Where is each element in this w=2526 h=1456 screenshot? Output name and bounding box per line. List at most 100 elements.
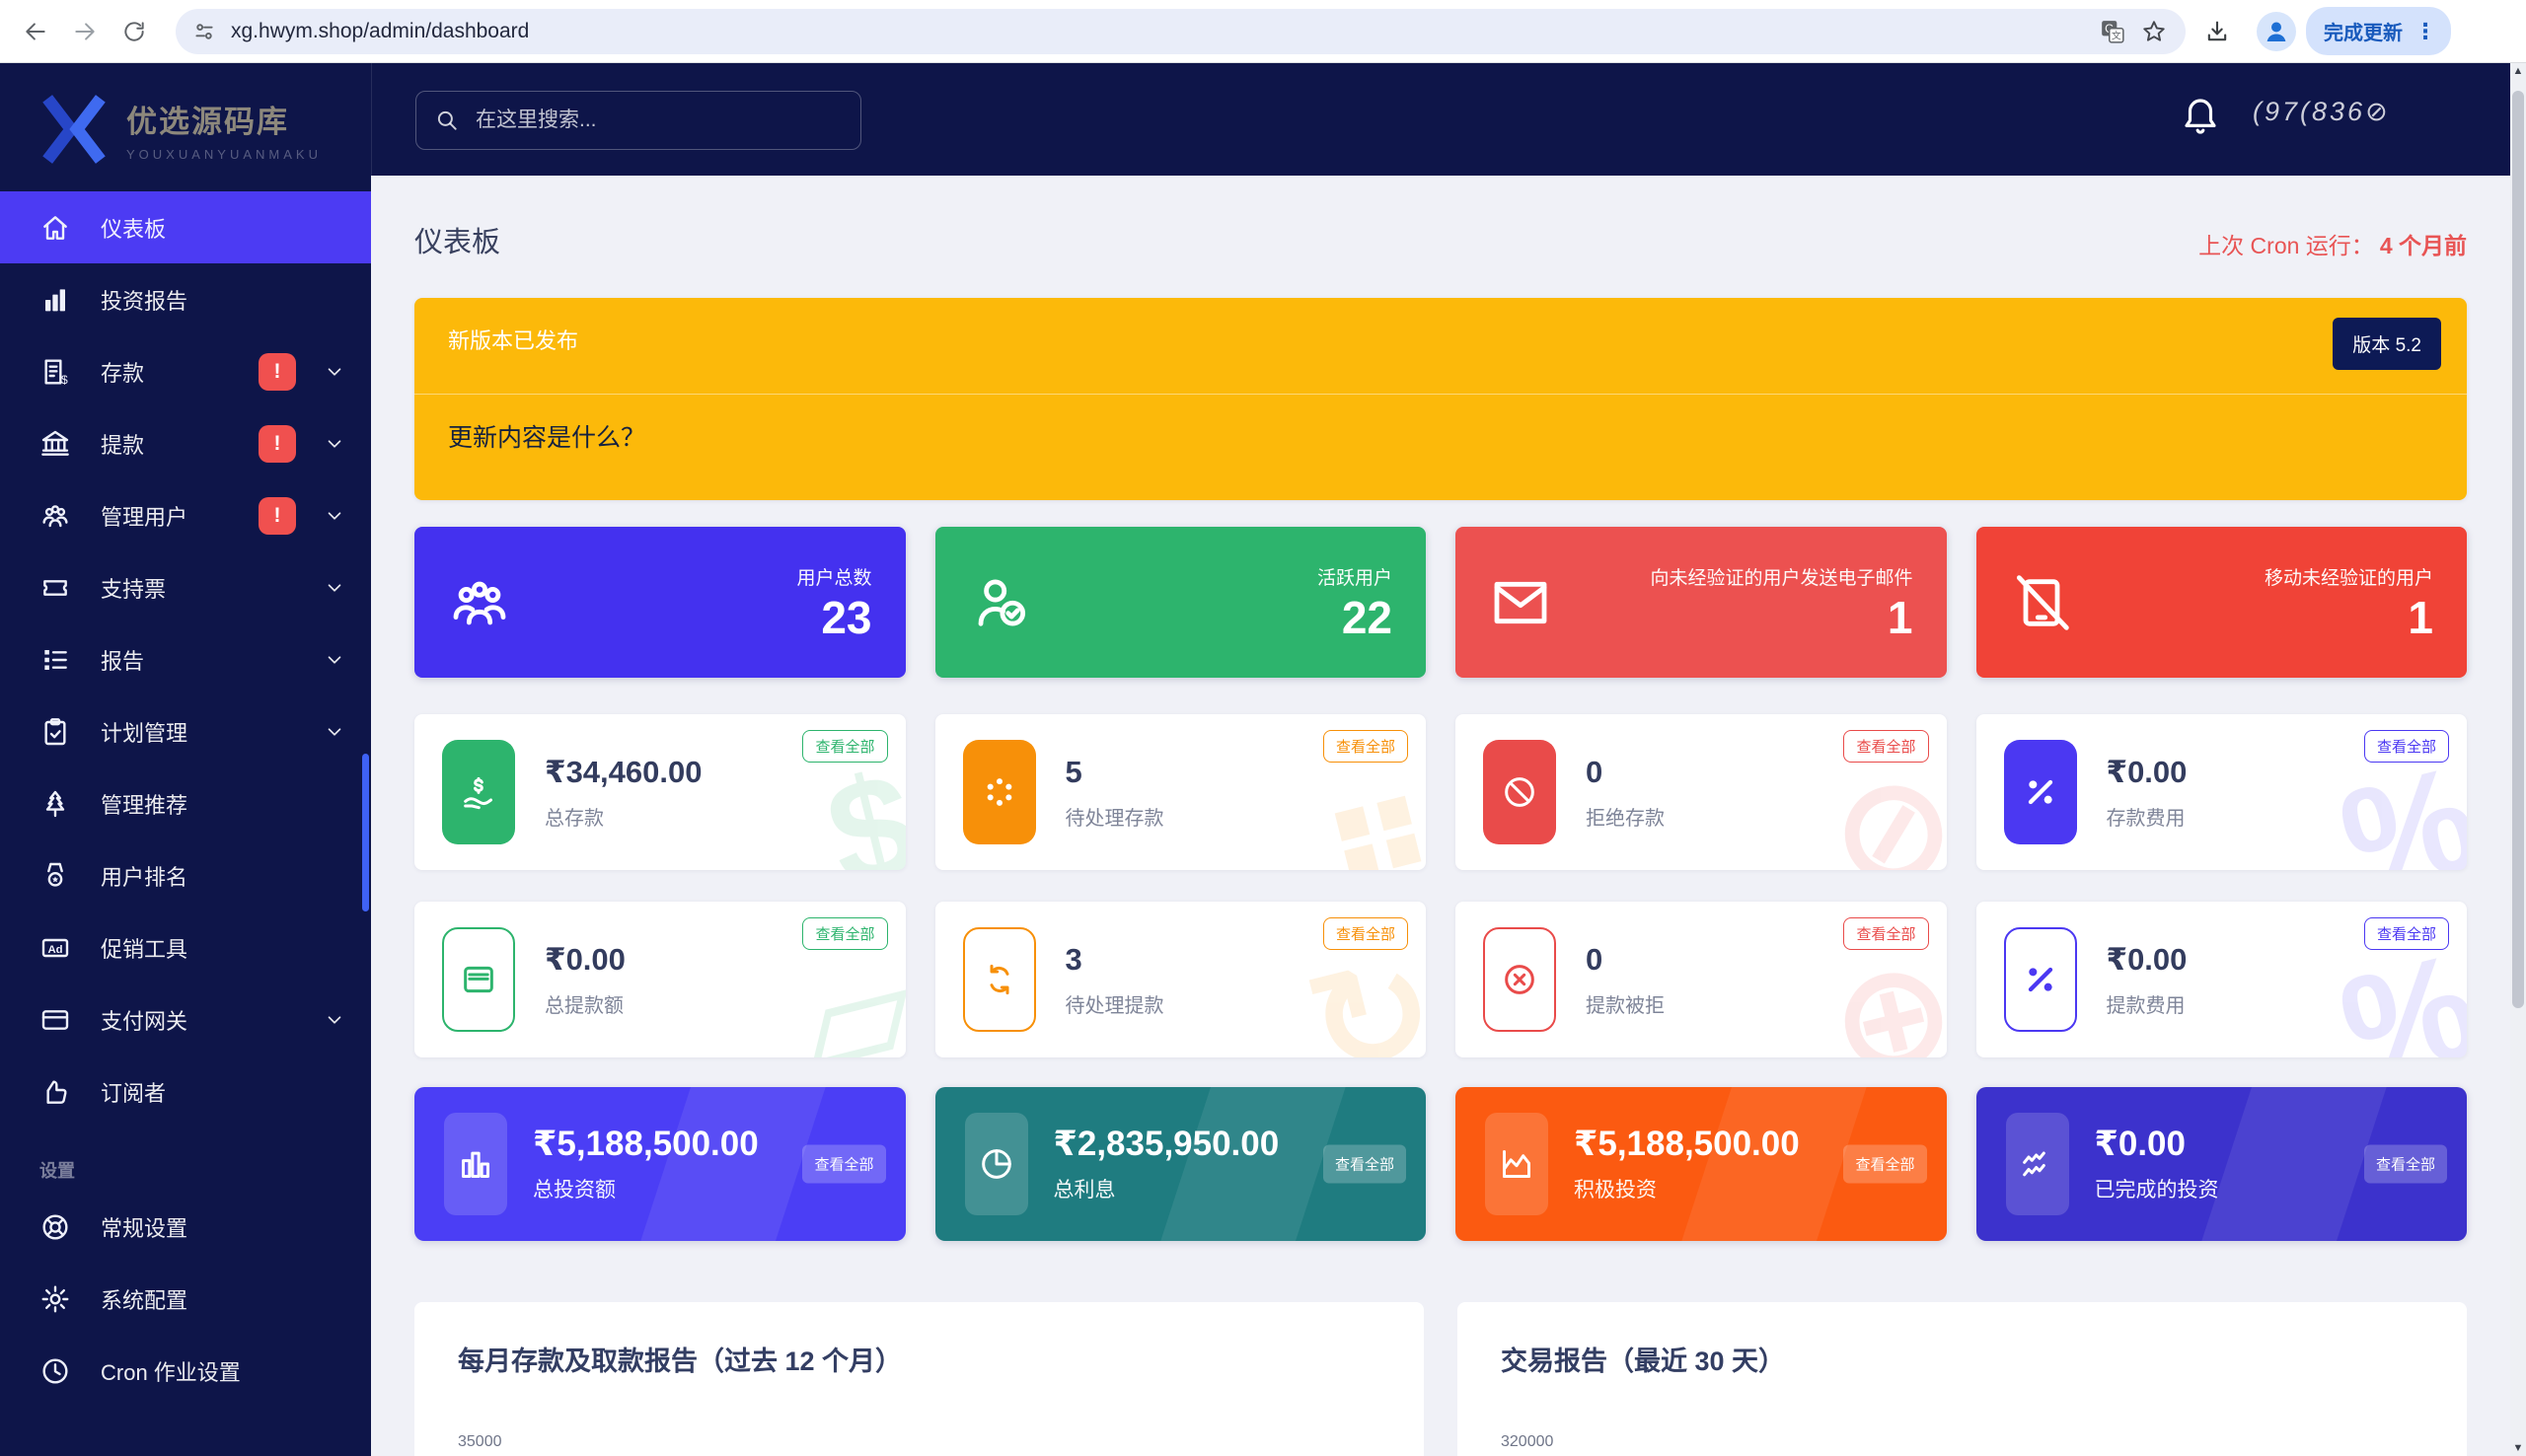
translate-icon[interactable]: G文: [2093, 12, 2132, 51]
chrome-menu-icon[interactable]: ⋮: [2415, 19, 2437, 44]
chevron-down-icon: [324, 721, 345, 743]
view-all-badge[interactable]: 查看全部: [802, 730, 888, 763]
search-input[interactable]: [474, 108, 843, 133]
summary-card-rejected-withdrawals: 查看全部 0 提款被拒 ⊕: [1455, 902, 1947, 1057]
invest-label: 总投资额: [533, 1179, 616, 1201]
percent-icon: [2003, 927, 2077, 1032]
banner-divider: [414, 394, 2467, 395]
chevron-down-icon: [324, 649, 345, 671]
sidebar-item-label: 用户排名: [101, 864, 188, 890]
chevron-down-icon: [324, 1009, 345, 1031]
sidebar-item-manage-users[interactable]: 管理用户 !: [0, 479, 371, 551]
sidebar-item-label: 计划管理: [101, 720, 188, 746]
sidebar-scrollbar-thumb[interactable]: [362, 754, 369, 911]
chrome-update-button[interactable]: 完成更新 ⋮: [2306, 7, 2451, 55]
hand-dollar-icon: [442, 740, 515, 844]
invest-card-total-interest: ₹2,835,950.00 总利息 查看全部: [934, 1087, 1426, 1241]
view-all-button[interactable]: 查看全部: [1322, 1144, 1406, 1184]
download-icon[interactable]: [2197, 12, 2237, 51]
sidebar-item-investment-report[interactable]: 投资报告: [0, 263, 371, 335]
summary-card-rejected-deposits: 查看全部 0 拒绝存款 ⊘: [1455, 714, 1947, 870]
sidebar-item-subscribers[interactable]: 订阅者: [0, 1056, 371, 1128]
address-bar[interactable]: xg.hwym.shop/admin/dashboard G文: [176, 8, 2186, 54]
stat-card-total-users: 用户总数 23: [414, 527, 906, 678]
stat-value: 1: [1887, 591, 1913, 643]
sidebar-item-withdrawals[interactable]: 提款 !: [0, 407, 371, 479]
cron-value: 4 个月前: [2379, 233, 2467, 258]
waves-icon: [2005, 1113, 2069, 1215]
stat-value: 22: [1341, 591, 1392, 643]
window-scrollbar[interactable]: ▲ ▼: [2510, 63, 2526, 1456]
spinner-icon: [962, 740, 1036, 844]
view-all-badge[interactable]: 查看全部: [1843, 730, 1929, 763]
scrollbar-thumb[interactable]: [2512, 91, 2524, 1008]
sidebar-item-label: 支持票: [101, 576, 167, 602]
view-all-badge[interactable]: 查看全部: [2363, 917, 2449, 950]
sidebar-item-cron-settings[interactable]: Cron 作业设置: [0, 1335, 371, 1407]
clipboard-check-icon: [39, 716, 71, 748]
sidebar-item-user-ranking[interactable]: 用户排名: [0, 839, 371, 911]
bookmark-star-icon[interactable]: [2134, 12, 2174, 51]
view-all-badge[interactable]: 查看全部: [1322, 917, 1408, 950]
y-axis-tick: 320000: [1501, 1433, 1554, 1450]
sidebar-item-label: 仪表板: [101, 216, 167, 242]
search-box[interactable]: [415, 91, 861, 150]
stat-label: 移动未经验证的用户: [2264, 567, 2433, 589]
sidebar-section-settings: 设置: [39, 1161, 75, 1181]
scroll-down-arrow[interactable]: ▼: [2510, 1442, 2526, 1454]
summary-label: 待处理存款: [1065, 807, 1164, 830]
sidebar-item-label: 投资报告: [101, 288, 188, 314]
brand-logo[interactable]: 优选源码库 YOUXUANYUANMAKU: [0, 63, 371, 191]
back-icon[interactable]: [16, 12, 55, 51]
sidebar-item-promo-tools[interactable]: Ad 促销工具: [0, 911, 371, 983]
whats-new-link[interactable]: 更新内容是什么？: [448, 418, 645, 454]
view-all-badge[interactable]: 查看全部: [1322, 730, 1408, 763]
forward-icon[interactable]: [65, 12, 105, 51]
view-all-badge[interactable]: 查看全部: [2363, 730, 2449, 763]
tree-icon: [39, 788, 71, 820]
view-all-button[interactable]: 查看全部: [1843, 1144, 1927, 1184]
sidebar-item-dashboard[interactable]: 仪表板: [0, 191, 371, 263]
sidebar-item-manage-referrals[interactable]: 管理推荐: [0, 767, 371, 839]
scroll-up-arrow[interactable]: ▲: [2510, 65, 2526, 77]
sidebar-item-label: Cron 作业设置: [101, 1359, 241, 1385]
view-all-badge[interactable]: 查看全部: [802, 917, 888, 950]
reload-icon[interactable]: [114, 12, 154, 51]
sidebar-item-support-tickets[interactable]: 支持票: [0, 551, 371, 623]
bar-chart-icon: [39, 284, 71, 316]
sidebar-item-deposits[interactable]: $ 存款 !: [0, 335, 371, 407]
sidebar-item-general-settings[interactable]: 常规设置: [0, 1191, 371, 1263]
url-text[interactable]: xg.hwym.shop/admin/dashboard: [231, 20, 529, 43]
version-chip[interactable]: 版本 5.2: [2333, 318, 2441, 370]
profile-avatar[interactable]: [2257, 11, 2296, 51]
view-all-button[interactable]: 查看全部: [2363, 1144, 2447, 1184]
invest-label: 已完成的投资: [2094, 1179, 2219, 1201]
summary-value: 5: [1065, 754, 1082, 789]
summary-label: 提款费用: [2106, 994, 2186, 1017]
summary-label: 总提款额: [545, 994, 624, 1017]
notification-bell-icon[interactable]: [2180, 91, 2221, 138]
chart-title: 交易报告（最近 30 天）: [1501, 1347, 1786, 1376]
view-all-badge[interactable]: 查看全部: [1843, 917, 1929, 950]
alert-badge: !: [259, 424, 296, 463]
user-check-icon: [969, 571, 1032, 634]
summary-label: 存款费用: [2106, 807, 2186, 830]
deco-glyph: ⠶: [1300, 735, 1426, 870]
view-all-button[interactable]: 查看全部: [802, 1144, 886, 1184]
chevron-down-icon: [324, 577, 345, 599]
invest-card-total-invested: ₹5,188,500.00 总投资额 查看全部: [414, 1087, 906, 1241]
summary-label: 待处理提款: [1065, 994, 1164, 1017]
sidebar-item-reports[interactable]: 报告: [0, 623, 371, 695]
gear-icon: [39, 1283, 71, 1315]
summary-card-pending-withdrawals: 查看全部 3 待处理提款 ↻: [934, 902, 1426, 1057]
language-selector-garbled[interactable]: (97(836⊘: [2253, 97, 2391, 127]
ticket-icon: [39, 572, 71, 604]
sidebar-item-label: 报告: [101, 648, 145, 674]
sidebar-item-label: 提款: [101, 432, 145, 458]
site-info-icon[interactable]: [191, 19, 217, 44]
cron-status: 上次 Cron 运行： 4 个月前: [2198, 227, 2467, 260]
sidebar-item-system-configuration[interactable]: 系统配置: [0, 1263, 371, 1335]
stat-card-mobile-unverified: 移动未经验证的用户 1: [1975, 527, 2467, 678]
sidebar-item-plan-management[interactable]: 计划管理: [0, 695, 371, 767]
sidebar-item-payment-gateways[interactable]: 支付网关: [0, 983, 371, 1056]
